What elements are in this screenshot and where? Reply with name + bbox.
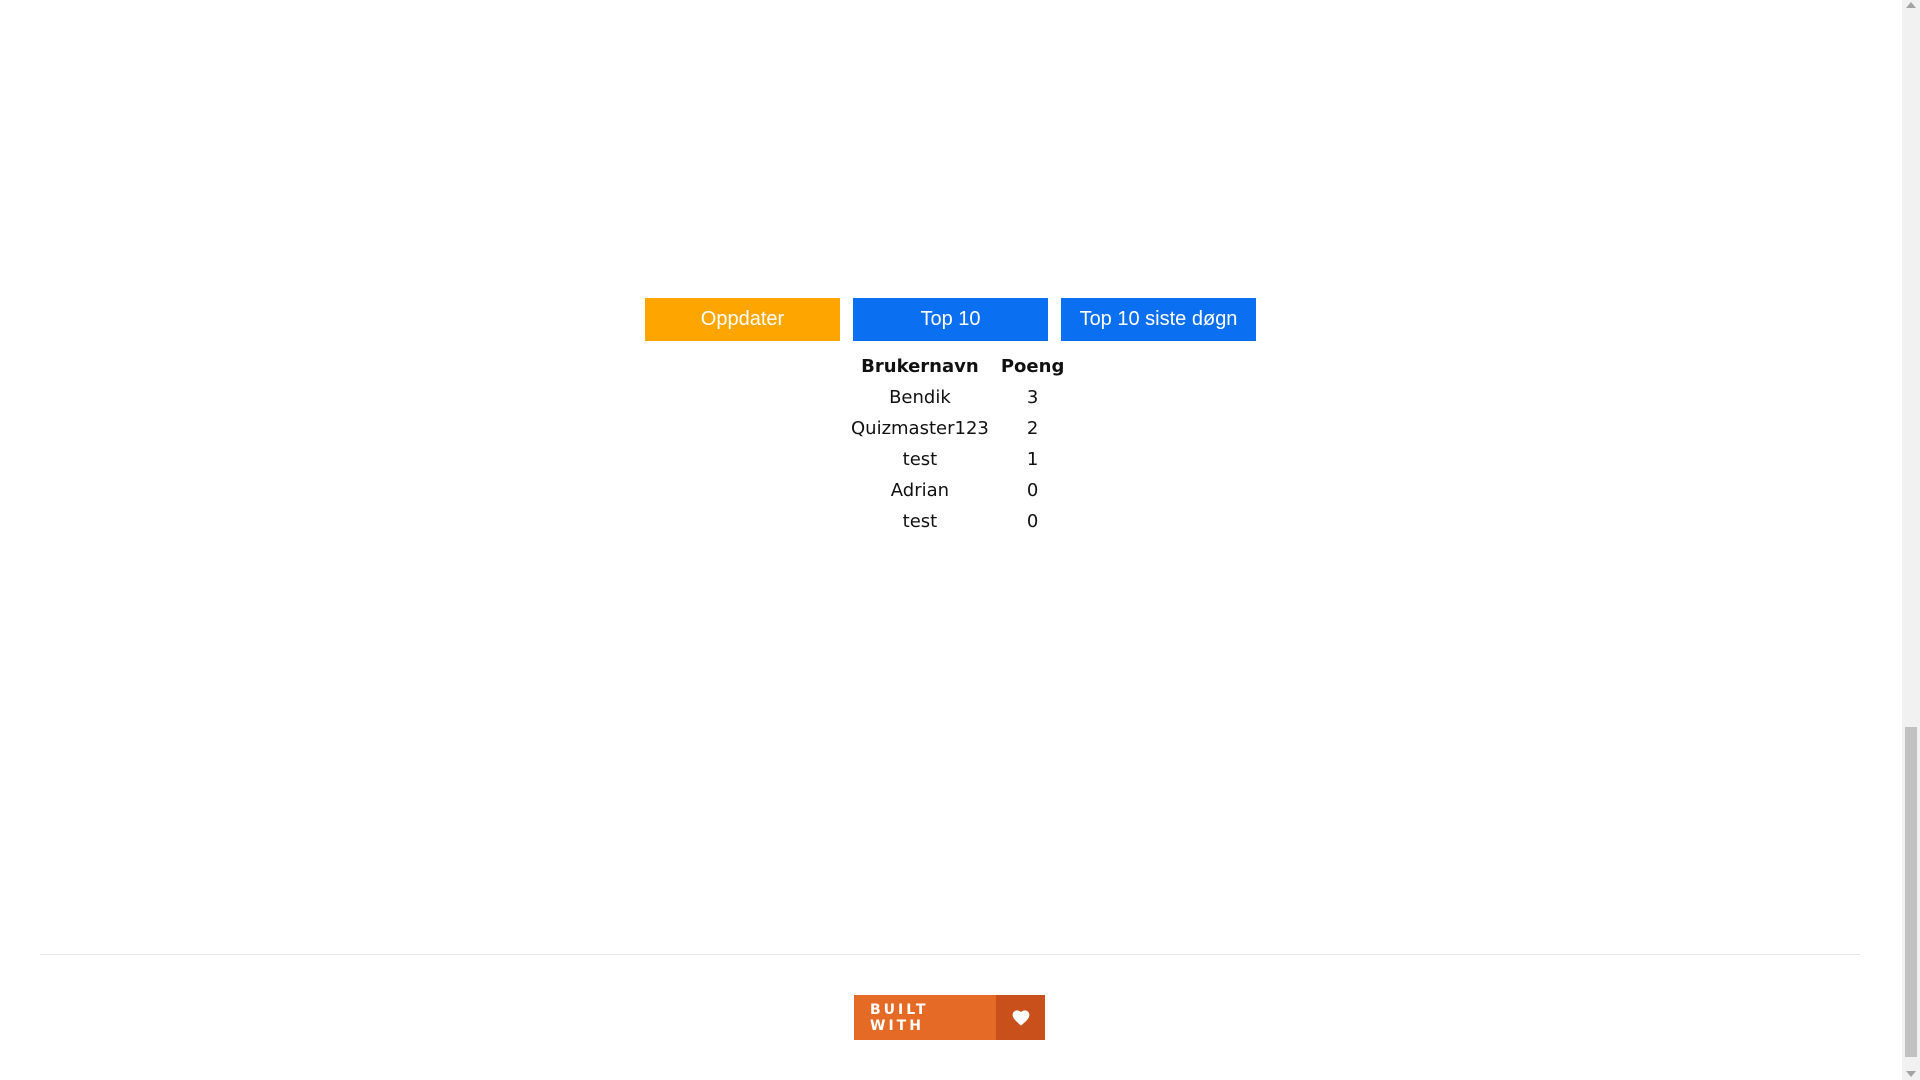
built-with-label: BUILT WITH <box>854 995 996 1040</box>
heart-icon <box>996 995 1045 1040</box>
points-cell: 1 <box>1026 449 1039 470</box>
points-cell: 2 <box>1026 418 1039 439</box>
update-button[interactable]: Oppdater <box>645 298 840 341</box>
table-row: Bendik 3 <box>845 382 1070 413</box>
scrollbar-thumb[interactable] <box>1905 727 1917 1057</box>
username-cell: test <box>902 449 938 470</box>
column-header-username: Brukernavn <box>861 355 979 377</box>
vertical-scrollbar[interactable] <box>1902 0 1920 1080</box>
column-header-points: Poeng <box>1000 355 1065 377</box>
table-header-row: Brukernavn Poeng <box>845 350 1070 382</box>
points-cell: 3 <box>1026 387 1039 408</box>
points-cell: 0 <box>1026 511 1039 532</box>
username-cell: Quizmaster123 <box>851 418 989 439</box>
scoreboard-table: Brukernavn Poeng Bendik 3 Quizmaster123 … <box>845 350 1070 537</box>
button-row: Oppdater Top 10 Top 10 siste døgn <box>645 298 1256 341</box>
scroll-down-arrow-icon[interactable] <box>1906 1071 1916 1077</box>
username-cell: Adrian <box>890 480 950 501</box>
built-with-badge[interactable]: BUILT WITH <box>854 995 1045 1040</box>
page: Oppdater Top 10 Top 10 siste døgn Bruker… <box>0 0 1920 1080</box>
points-cell: 0 <box>1026 480 1039 501</box>
table-row: Adrian 0 <box>845 475 1070 506</box>
footer-divider <box>40 954 1860 955</box>
top10-button[interactable]: Top 10 <box>853 298 1048 341</box>
table-row: Quizmaster123 2 <box>845 413 1070 444</box>
username-cell: test <box>902 511 938 532</box>
top10-last-day-button[interactable]: Top 10 siste døgn <box>1061 298 1256 341</box>
username-cell: Bendik <box>889 387 951 408</box>
table-row: test 0 <box>845 506 1070 537</box>
scroll-up-arrow-icon[interactable] <box>1906 2 1916 8</box>
table-row: test 1 <box>845 444 1070 475</box>
